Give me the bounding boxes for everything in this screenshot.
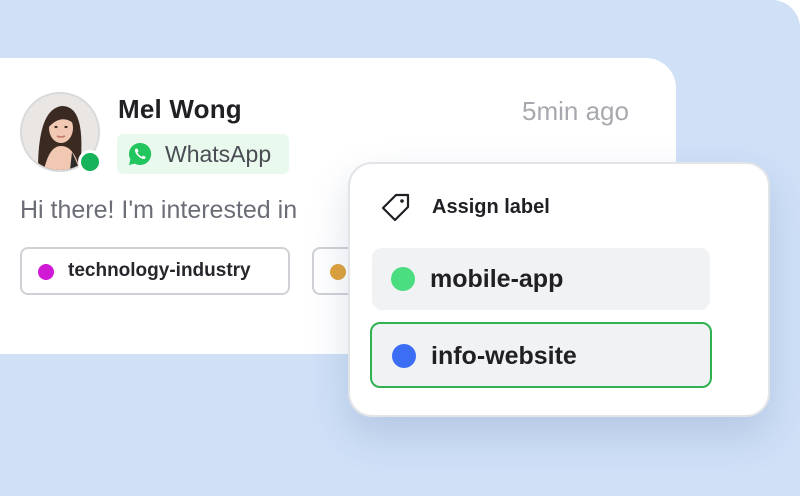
whatsapp-icon	[128, 142, 152, 165]
assign-label-popup: Assign label mobile-app info-website	[348, 162, 770, 417]
contact-name: Mel Wong	[118, 94, 242, 124]
label-color-dot	[38, 264, 54, 280]
message-preview: Hi there! I'm interested in	[20, 196, 298, 224]
conversation-label-tag[interactable]: technology-industry	[20, 247, 290, 295]
label-option-mobile-app[interactable]: mobile-app	[372, 248, 710, 310]
tag-icon	[381, 193, 410, 222]
label-color-dot	[391, 267, 415, 291]
popup-title: Assign label	[432, 196, 550, 218]
message-time: 5min ago	[522, 96, 629, 126]
online-status-dot	[78, 150, 102, 174]
channel-label: WhatsApp	[165, 141, 272, 167]
channel-badge: WhatsApp	[117, 134, 289, 174]
label-option-text: info-website	[431, 342, 577, 370]
label-option-info-website[interactable]: info-website	[370, 322, 712, 388]
label-color-dot	[392, 344, 416, 368]
label-color-dot	[330, 264, 346, 280]
label-option-text: mobile-app	[430, 265, 564, 293]
label-text: technology-industry	[68, 260, 251, 281]
